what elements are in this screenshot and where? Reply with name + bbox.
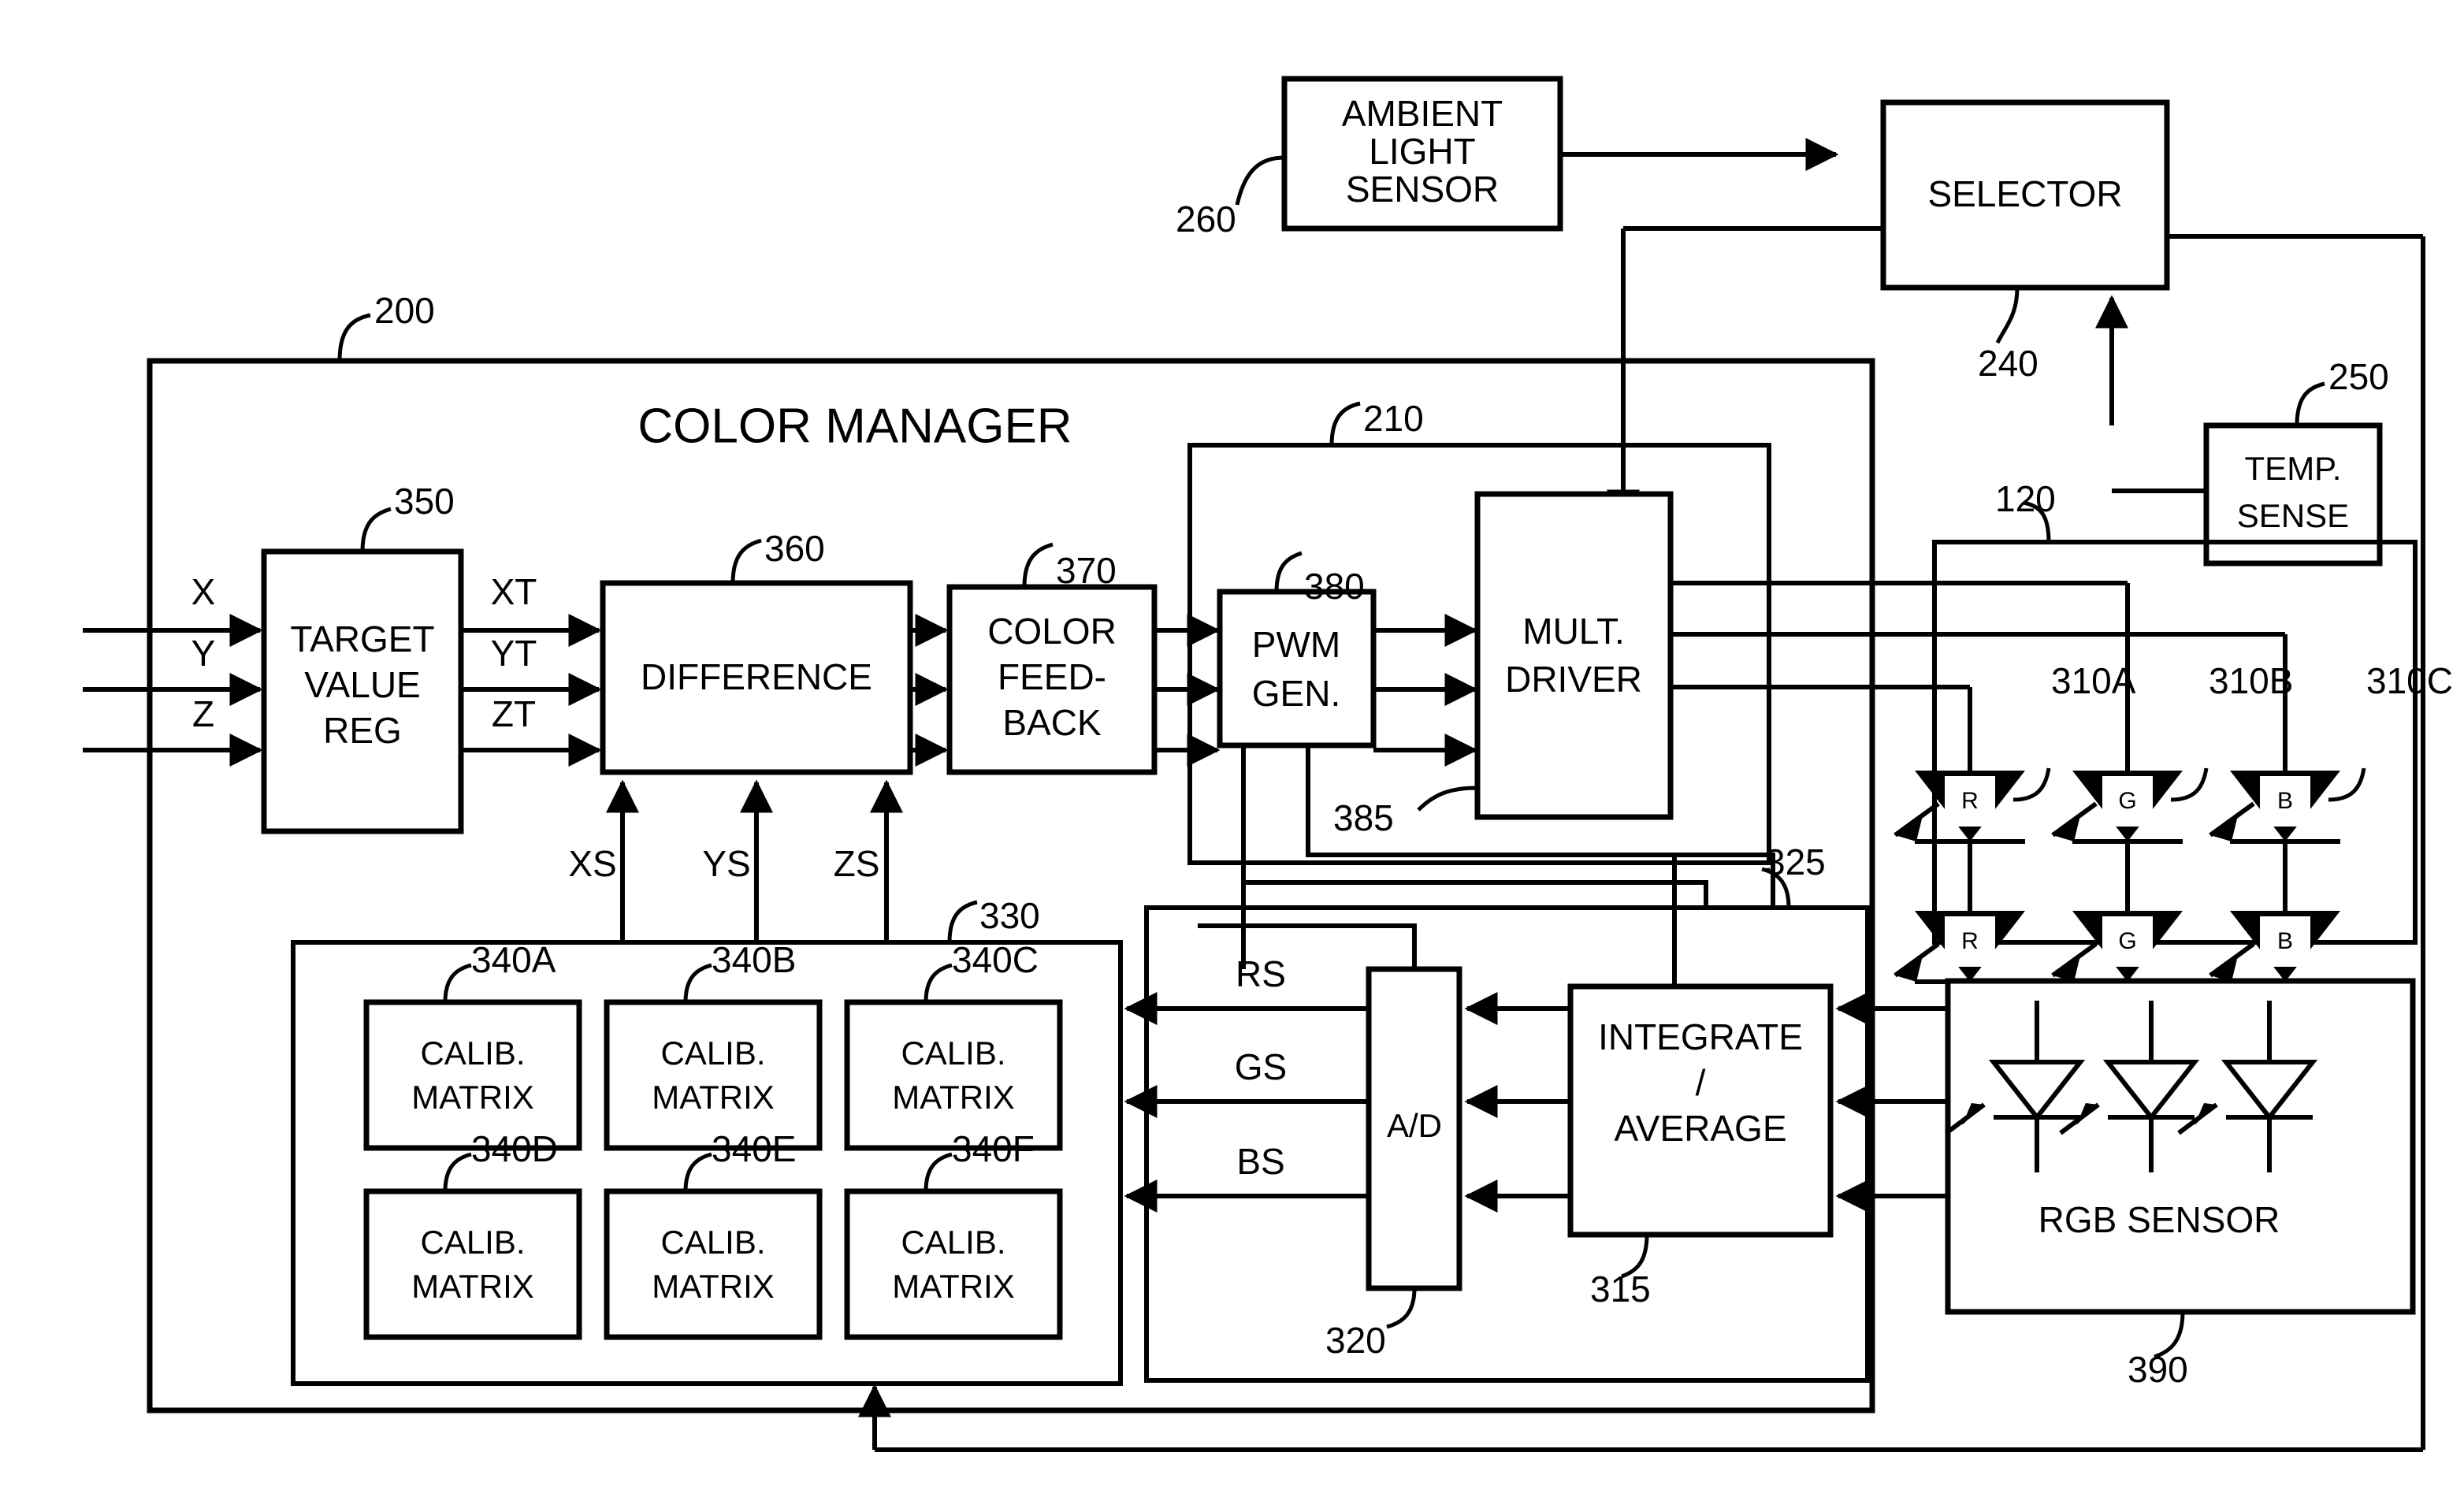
signal-z: Z (192, 693, 214, 734)
mult-driver-box (1474, 491, 1674, 820)
ref-320: 320 (1325, 1320, 1386, 1361)
page-title: COLOR MANAGER (637, 399, 1072, 453)
calib-340C-line0: CALIB. (901, 1035, 1005, 1072)
pwm-gen-box (1217, 589, 1377, 749)
signal-gs: GS (1235, 1046, 1287, 1087)
ref-340B: 340B (712, 939, 796, 980)
calib-matrix-340E (604, 1188, 823, 1340)
led-letter-A2: R (1961, 928, 1979, 954)
calib-340D-line0: CALIB. (420, 1224, 525, 1261)
signal-xs: XS (568, 843, 616, 884)
ref-250: 250 (2328, 356, 2389, 397)
led-letter-B1: G (2118, 788, 2136, 814)
ambient-label-0: AMBIENT (1342, 93, 1503, 134)
signal-ys: YS (702, 843, 750, 884)
ref-240: 240 (1978, 343, 2038, 384)
signal-bs: BS (1236, 1141, 1284, 1182)
ad-label: A/D (1387, 1107, 1442, 1144)
signal-x: X (191, 571, 216, 612)
led-letter-B2: G (2118, 928, 2136, 954)
ref-260: 260 (1176, 199, 1236, 240)
ref-315: 315 (1590, 1269, 1651, 1310)
ref-350: 350 (394, 481, 455, 522)
ref-360: 360 (764, 528, 825, 569)
calib-matrix-340B (604, 999, 823, 1151)
ref-325: 325 (1765, 841, 1826, 882)
ref-370: 370 (1056, 550, 1117, 591)
signal-xt: XT (491, 571, 537, 612)
tvr-label-0: TARGET (290, 619, 434, 659)
cf-label-0: COLOR (987, 611, 1117, 652)
ref-380: 380 (1304, 566, 1365, 607)
leader-240 (1995, 287, 2020, 344)
temp-label-0: TEMP. (2245, 450, 2342, 487)
diagram-canvas: COLOR MANAGER AMBIENT LIGHT SENSOR SELEC… (83, 76, 2453, 1452)
calib-340E-line1: MATRIX (652, 1268, 775, 1305)
calib-340E-line0: CALIB. (660, 1224, 765, 1261)
leader-200 (337, 313, 371, 362)
ref-200: 200 (374, 290, 435, 331)
selector-label: SELECTOR (1927, 173, 2122, 214)
leader-250 (2295, 381, 2325, 426)
ref-340E: 340E (712, 1128, 796, 1169)
ref-340A: 340A (471, 939, 556, 980)
calib-340B-line1: MATRIX (652, 1079, 775, 1116)
tvr-label-2: REG (323, 710, 402, 751)
pwm-label-0: PWM (1252, 624, 1340, 665)
signal-yt: YT (491, 633, 537, 674)
calib-matrix-340D (363, 1188, 582, 1340)
led-array-boundary (1932, 540, 2418, 945)
led-letter-A1: R (1961, 788, 1979, 814)
md-label-0: MULT. (1522, 611, 1625, 652)
cf-label-2: BACK (1002, 702, 1102, 743)
ref-210: 210 (1363, 398, 1424, 439)
calib-340B-line0: CALIB. (660, 1035, 765, 1072)
int-label-2: AVERAGE (1615, 1108, 1787, 1149)
ref-310A: 310A (2051, 660, 2136, 701)
calib-340F-line0: CALIB. (901, 1224, 1005, 1261)
leader-260 (1235, 155, 1285, 206)
int-label-0: INTEGRATE (1598, 1016, 1803, 1057)
ref-385: 385 (1333, 797, 1394, 838)
rgb-sensor-box (1945, 978, 2416, 1315)
calib-340D-line1: MATRIX (411, 1268, 534, 1305)
ref-340F: 340F (952, 1128, 1035, 1169)
ref-340C: 340C (952, 939, 1039, 980)
cf-label-1: FEED- (998, 656, 1106, 697)
ref-310B: 310B (2209, 660, 2293, 701)
calib-matrix-340C (844, 999, 1063, 1151)
int-label-1: / (1696, 1062, 1706, 1103)
calib-matrix-340A (363, 999, 582, 1151)
ref-310C: 310C (2366, 660, 2453, 701)
patent-figure: COLOR MANAGER AMBIENT LIGHT SENSOR SELEC… (0, 0, 2464, 1512)
ref-340D: 340D (471, 1128, 558, 1169)
signal-zs: ZS (834, 843, 880, 884)
calib-340C-line1: MATRIX (892, 1079, 1015, 1116)
ref-390: 390 (2128, 1349, 2188, 1390)
calib-340A-line0: CALIB. (420, 1035, 525, 1072)
led-letter-C2: B (2277, 928, 2293, 954)
calib-340A-line1: MATRIX (411, 1079, 534, 1116)
ambient-label-1: LIGHT (1369, 131, 1475, 172)
led-letter-C1: B (2277, 788, 2293, 814)
signal-rs: RS (1236, 953, 1286, 994)
pwm-label-1: GEN. (1252, 673, 1340, 714)
md-label-1: DRIVER (1505, 659, 1642, 700)
difference-label: DIFFERENCE (641, 656, 872, 697)
ambient-label-2: SENSOR (1346, 169, 1499, 210)
signal-y: Y (191, 633, 216, 674)
rgb-sensor-label: RGB SENSOR (2038, 1199, 2280, 1240)
calib-matrix-340F (844, 1188, 1063, 1340)
temp-label-1: SENSE (2237, 497, 2349, 534)
ref-330: 330 (979, 895, 1040, 936)
signal-zt: ZT (492, 693, 536, 734)
ref-120: 120 (1995, 478, 2056, 519)
tvr-label-1: VALUE (304, 664, 420, 705)
calib-340F-line1: MATRIX (892, 1268, 1015, 1305)
